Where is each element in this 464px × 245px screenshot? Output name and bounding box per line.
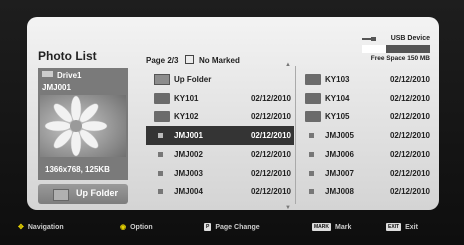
photo-file-item[interactable]: JMJ007 02/12/2010 [297,164,433,183]
item-name: KY103 [325,75,350,84]
column-divider [295,66,296,204]
item-name: JMJ001 [174,131,203,141]
photo-file-item[interactable]: JMJ004 02/12/2010 [146,182,294,201]
item-date: 02/12/2010 [250,112,291,122]
item-date: 02/12/2010 [389,149,430,159]
folder-item[interactable]: KY103 02/12/2010 [297,70,433,89]
item-name: JMJ007 [325,168,354,178]
photo-file-icon [158,189,163,195]
free-space-bar [362,45,430,53]
folder-item[interactable]: KY104 02/12/2010 [297,89,433,108]
folder-item[interactable]: KY105 02/12/2010 [297,107,433,126]
photo-file-item[interactable]: JMJ003 02/12/2010 [146,164,294,183]
usb-device-label: USB Device [390,35,430,42]
preview-thumbnail [40,95,126,157]
scroll-up-arrow-icon[interactable]: ▲ [285,62,291,68]
item-name: JMJ005 [325,131,354,141]
folder-icon [154,92,170,104]
preview-file-name: JMJ001 [42,83,71,92]
photo-file-item[interactable]: JMJ005 02/12/2010 [297,126,433,145]
usb-device-info: USB Device Free Space 150 MB [362,34,430,64]
preview-pane: Drive1 JMJ001 1366x768, 125KB [38,68,128,180]
photo-file-icon [309,189,314,195]
item-name: Up Folder [174,75,212,84]
page-number: Page 2/3 [146,56,179,65]
checkbox-icon [184,55,194,64]
drive-name: Drive1 [57,71,82,80]
free-space-label: Free Space 150 MB [370,55,430,62]
folder-item[interactable]: KY101 02/12/2010 [146,89,294,108]
grid-up-folder-item[interactable]: Up Folder [146,70,294,89]
folder-item[interactable]: KY102 02/12/2010 [146,107,294,126]
photo-file-icon [158,151,163,157]
item-date: 02/12/2010 [250,149,291,159]
photo-file-icon [309,133,314,139]
photo-file-icon [309,151,314,157]
up-folder-button-label: Up Folder [76,188,118,198]
item-date: 02/12/2010 [389,187,430,197]
up-folder-button[interactable]: Up Folder [38,184,128,204]
item-name: JMJ008 [325,187,354,197]
folder-icon [154,111,170,123]
page-key-icon: P [204,223,212,231]
photo-file-item[interactable]: JMJ002 02/12/2010 [146,145,294,164]
scroll-down-arrow-icon[interactable]: ▼ [285,205,291,211]
photo-file-item[interactable]: JMJ008 02/12/2010 [297,182,433,201]
item-name: KY101 [174,93,199,103]
footer-option: ◉ Option [120,224,153,231]
item-name: JMJ002 [174,149,203,159]
item-date: 02/12/2010 [389,131,430,141]
folder-icon [305,92,321,104]
exit-key-icon: EXIT [386,223,402,231]
page-title: Photo List [38,49,97,63]
item-name: KY102 [174,112,199,122]
photo-file-icon [309,170,314,176]
footer-page-change: P Page Change [204,223,260,231]
item-date: 02/12/2010 [389,112,430,122]
item-name: KY104 [325,93,350,103]
item-date: 02/12/2010 [389,93,430,103]
item-name: JMJ004 [174,187,203,197]
page-info: Page 2/3 No Marked [146,55,240,65]
item-date: 02/12/2010 [389,75,430,84]
mark-status: No Marked [198,56,240,65]
photo-file-item[interactable]: JMJ001 02/12/2010 [146,126,294,146]
item-name: JMJ006 [325,149,354,159]
drive-label: Drive1 [42,71,81,80]
folder-icon [305,111,321,123]
footer-navigation: ✥ Navigation [18,224,64,231]
footer-exit: EXIT Exit [386,223,418,231]
mark-key-icon: MARK [312,223,331,231]
photo-file-icon [158,133,163,139]
navigation-arrows-icon: ✥ [18,224,24,231]
preview-resolution: 1366x768, 125KB [45,165,110,174]
item-date: 02/12/2010 [389,168,430,178]
footer-mark: MARK Mark [312,223,352,231]
photo-file-item[interactable]: JMJ006 02/12/2010 [297,145,433,164]
footer-help-bar: ✥ Navigation ◉ Option P Page Change MARK Mar… [0,215,464,239]
item-name: KY105 [325,112,350,122]
item-date: 02/12/2010 [250,93,291,103]
drive-icon [42,71,53,77]
item-name: JMJ003 [174,168,203,178]
item-date: 02/12/2010 [250,187,291,197]
folder-icon [305,74,321,85]
photo-file-icon [158,170,163,176]
photo-list-screen: Photo List Page 2/3 No Marked USB Device… [0,0,464,245]
option-button-icon: ◉ [120,224,127,231]
item-date: 02/12/2010 [250,168,291,178]
item-date: 02/12/2010 [250,131,291,141]
free-space-bar-fill [362,45,386,53]
folder-icon [154,74,170,85]
up-folder-icon [53,189,69,201]
